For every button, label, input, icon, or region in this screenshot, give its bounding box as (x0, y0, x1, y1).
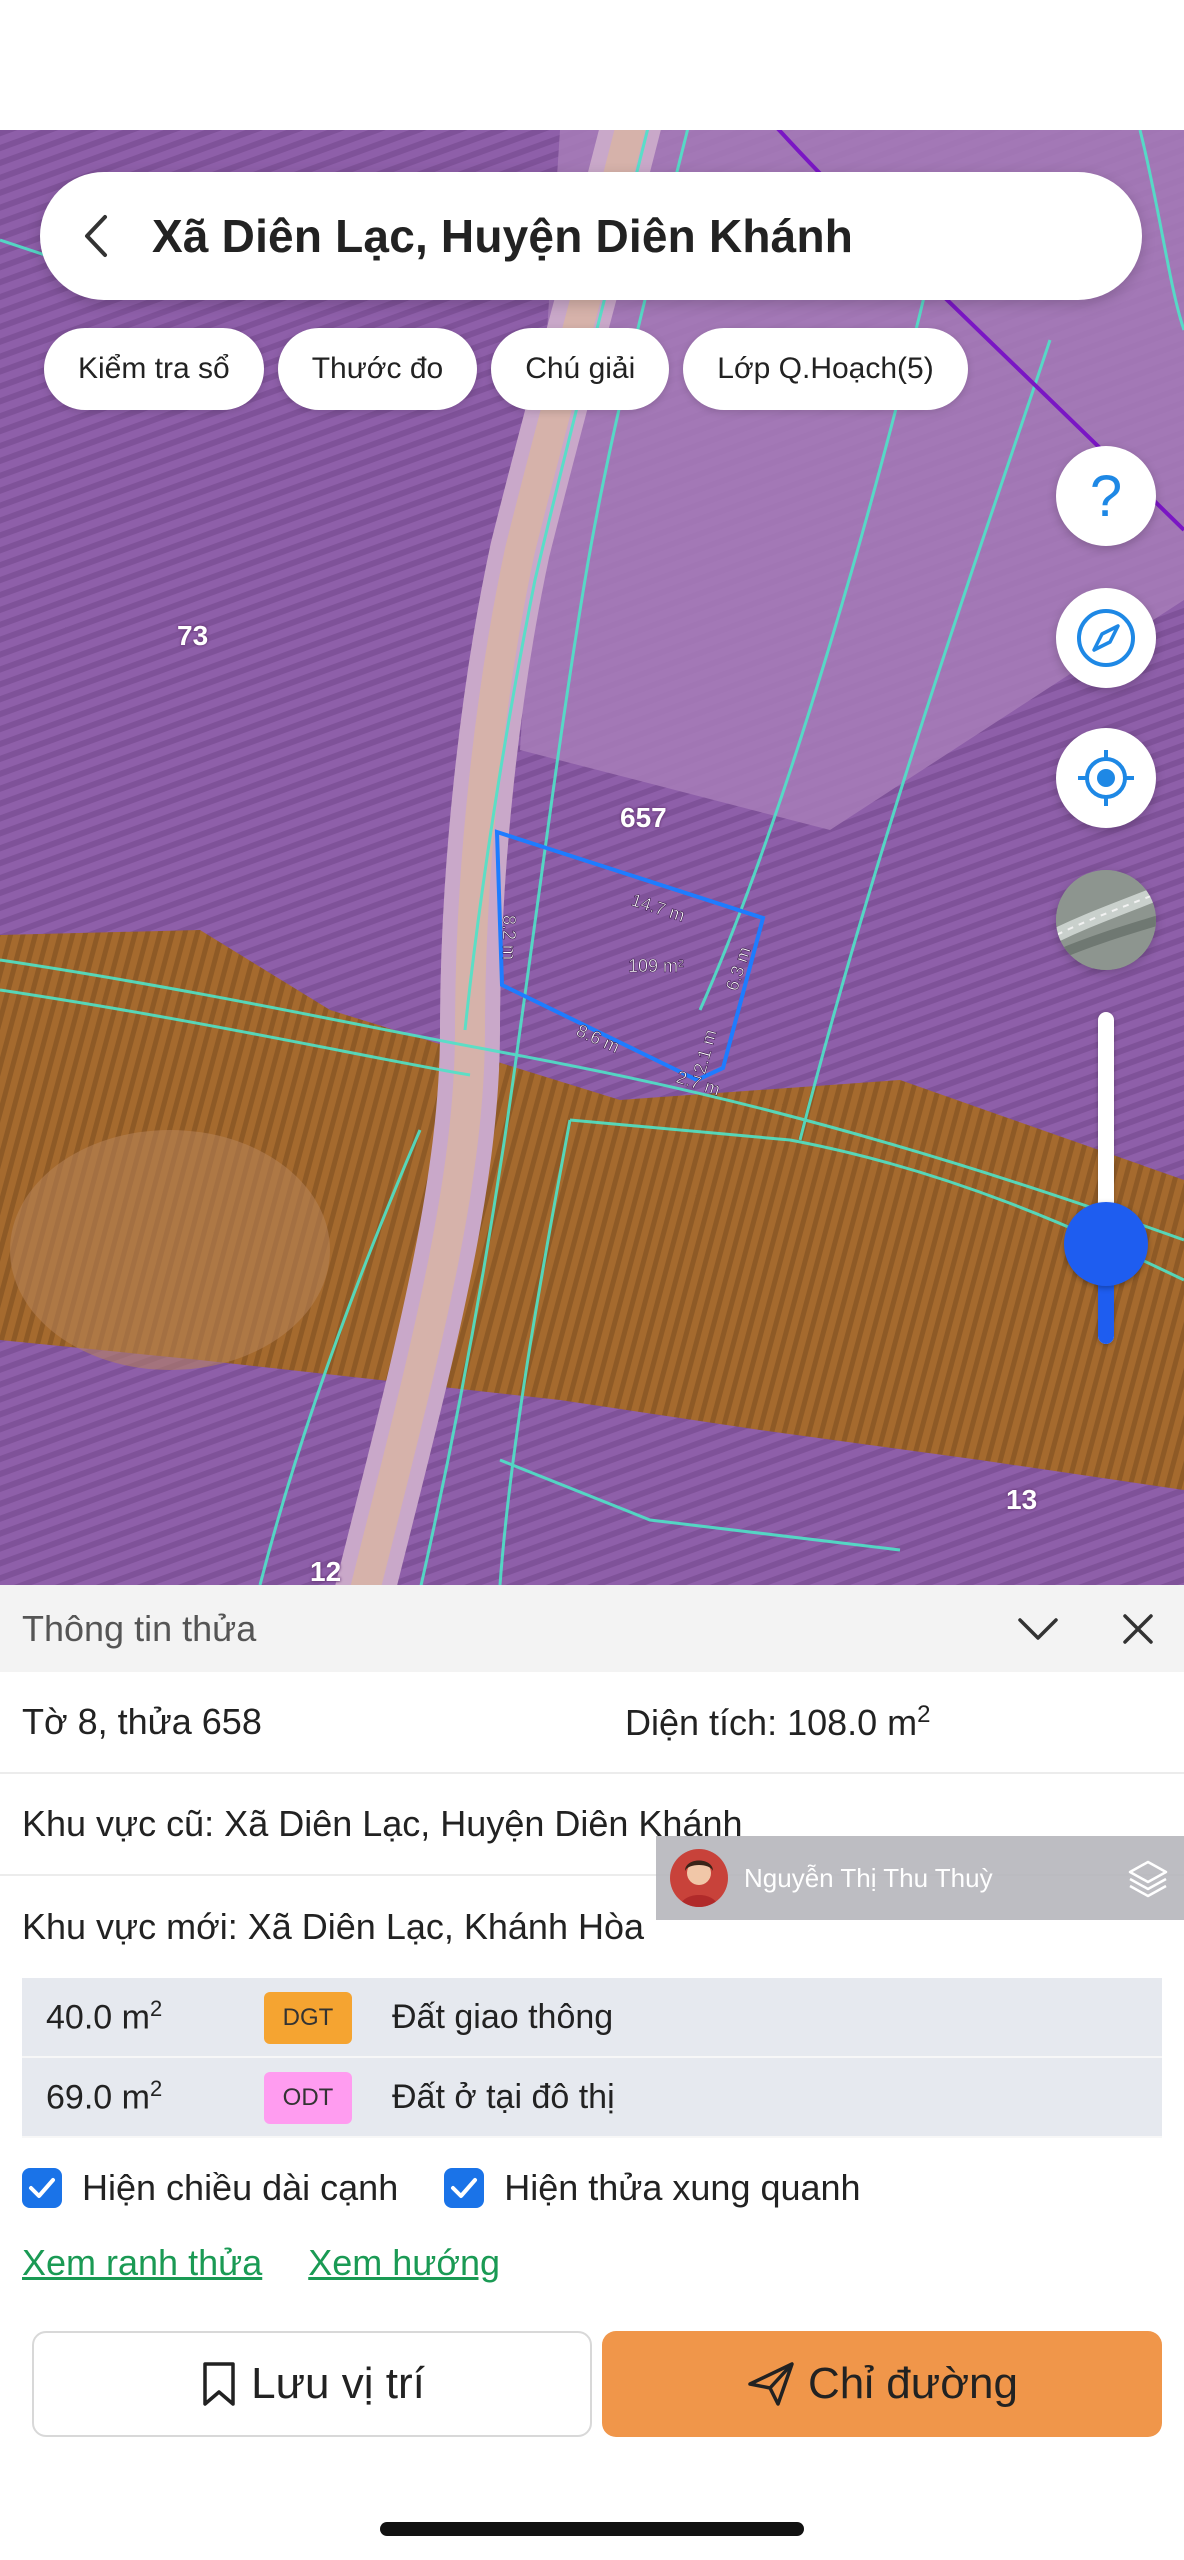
close-button[interactable] (1110, 1601, 1166, 1657)
check-title-chip[interactable]: Kiểm tra sổ (44, 328, 264, 410)
send-icon (748, 2362, 794, 2406)
land-use-row: 69.0 m2 ODT Đất ở tại đô thị (22, 2058, 1162, 2138)
directions-label[interactable]: Chỉ đường (808, 2359, 1018, 2409)
zoom-slider-track[interactable] (1098, 1012, 1114, 1344)
location-title[interactable]: Xã Diên Lạc, Huyện Diên Khánh (152, 209, 853, 263)
zoom-slider-thumb[interactable] (1064, 1202, 1148, 1287)
parcel-number-label: 73 (177, 620, 209, 651)
app-root: 14.7 m 8.2 m 6.3 m 8.6 m 2.1 m 2.7 m 109… (0, 0, 1184, 2560)
sheet-parcel-number: Tờ 8, thửa 658 (22, 1701, 262, 1742)
planning-layers-chip[interactable]: Lớp Q.Hoạch(5) (683, 328, 968, 410)
checkbox-checked-icon[interactable] (444, 2168, 485, 2208)
parcel-number-label: 12 (310, 1556, 342, 1585)
view-direction-link[interactable]: Xem hướng (308, 2242, 500, 2284)
links-row: Xem ranh thửa Xem hướng (0, 2238, 1184, 2288)
show-surrounding-parcels-checkbox[interactable]: Hiện thửa xung quanh (444, 2167, 861, 2209)
back-icon[interactable] (40, 172, 152, 300)
land-use-area: 40.0 m2 (46, 1996, 163, 2037)
panel-header: Thông tin thửa (0, 1585, 1184, 1672)
user-overlay-chip[interactable]: Nguyễn Thị Thu Thuỳ (656, 1836, 1184, 1920)
show-edge-length-checkbox[interactable]: Hiện chiều dài cạnh (22, 2167, 398, 2209)
svg-text:?: ? (1090, 466, 1122, 526)
compass-button[interactable] (1056, 588, 1156, 688)
help-button[interactable]: ? (1056, 446, 1156, 546)
directions-button[interactable]: Chỉ đường (602, 2331, 1162, 2437)
locate-icon (1078, 750, 1134, 806)
land-use-code-badge: DGT (264, 1992, 352, 2044)
home-indicator (380, 2522, 804, 2536)
close-icon (1123, 1614, 1153, 1644)
old-region: Khu vực cũ: Xã Diên Lạc, Huyện Diên Khán… (22, 1803, 743, 1844)
options-row: Hiện chiều dài cạnh Hiện thửa xung quanh (0, 2138, 1184, 2238)
parcel-number-label: 13 (1006, 1484, 1038, 1515)
edge-length-label: 8.2 m (499, 915, 519, 960)
user-name: Nguyễn Thị Thu Thuỳ (744, 1862, 993, 1893)
map-tools-chips: Kiểm tra sổ Thước đo Chú giải Lớp Q.Hoạc… (44, 328, 968, 410)
parcel-area-label: 109 m² (628, 956, 684, 976)
help-icon: ? (1090, 466, 1122, 526)
layers-icon[interactable] (1126, 1856, 1170, 1900)
avatar (670, 1849, 728, 1907)
view-boundary-link[interactable]: Xem ranh thửa (22, 2242, 262, 2284)
action-buttons: Lưu vị trí Chỉ đường (0, 2331, 1184, 2437)
chevron-down-icon (1018, 1618, 1058, 1640)
checkbox-checked-icon[interactable] (22, 2168, 62, 2208)
parcel-area: Diện tích: 108.0 m2 (625, 1700, 931, 1743)
save-location-label[interactable]: Lưu vị trí (251, 2359, 425, 2409)
search-bar[interactable]: Xã Diên Lạc, Huyện Diên Khánh (40, 172, 1142, 300)
bookmark-icon (203, 2362, 235, 2406)
parcel-info-panel: Thông tin thửa Tờ 8, thửa 658 Diện tích:… (0, 1585, 1184, 2560)
land-use-code-badge: ODT (264, 2072, 352, 2124)
compass-icon (1077, 609, 1135, 667)
land-use-area: 69.0 m2 (46, 2076, 163, 2117)
land-use-description: Đất giao thông (392, 1997, 614, 2036)
panel-title: Thông tin thửa (22, 1607, 257, 1649)
land-use-description: Đất ở tại đô thị (392, 2077, 615, 2116)
legend-chip[interactable]: Chú giải (491, 328, 670, 410)
map-view[interactable]: 14.7 m 8.2 m 6.3 m 8.6 m 2.1 m 2.7 m 109… (0, 130, 1184, 1585)
land-use-row: 40.0 m2 DGT Đất giao thông (22, 1978, 1162, 2058)
save-location-button[interactable]: Lưu vị trí (32, 2331, 592, 2437)
my-location-button[interactable] (1056, 728, 1156, 828)
parcel-number-label: 657 (620, 802, 667, 833)
land-use-table: 40.0 m2 DGT Đất giao thông 69.0 m2 ODT Đ… (22, 1978, 1162, 2138)
collapse-button[interactable] (1010, 1601, 1066, 1657)
measure-chip[interactable]: Thước đo (277, 328, 478, 410)
checkbox-label[interactable]: Hiện chiều dài cạnh (82, 2167, 398, 2209)
satellite-layer-icon (1056, 870, 1156, 970)
checkbox-label[interactable]: Hiện thửa xung quanh (504, 2167, 860, 2209)
sheet-parcel-row: Tờ 8, thửa 658 Diện tích: 108.0 m2 (0, 1672, 1184, 1774)
satellite-layer-button[interactable] (1056, 870, 1156, 970)
new-region: Khu vực mới: Xã Diên Lạc, Khánh Hòa (22, 1906, 645, 1947)
